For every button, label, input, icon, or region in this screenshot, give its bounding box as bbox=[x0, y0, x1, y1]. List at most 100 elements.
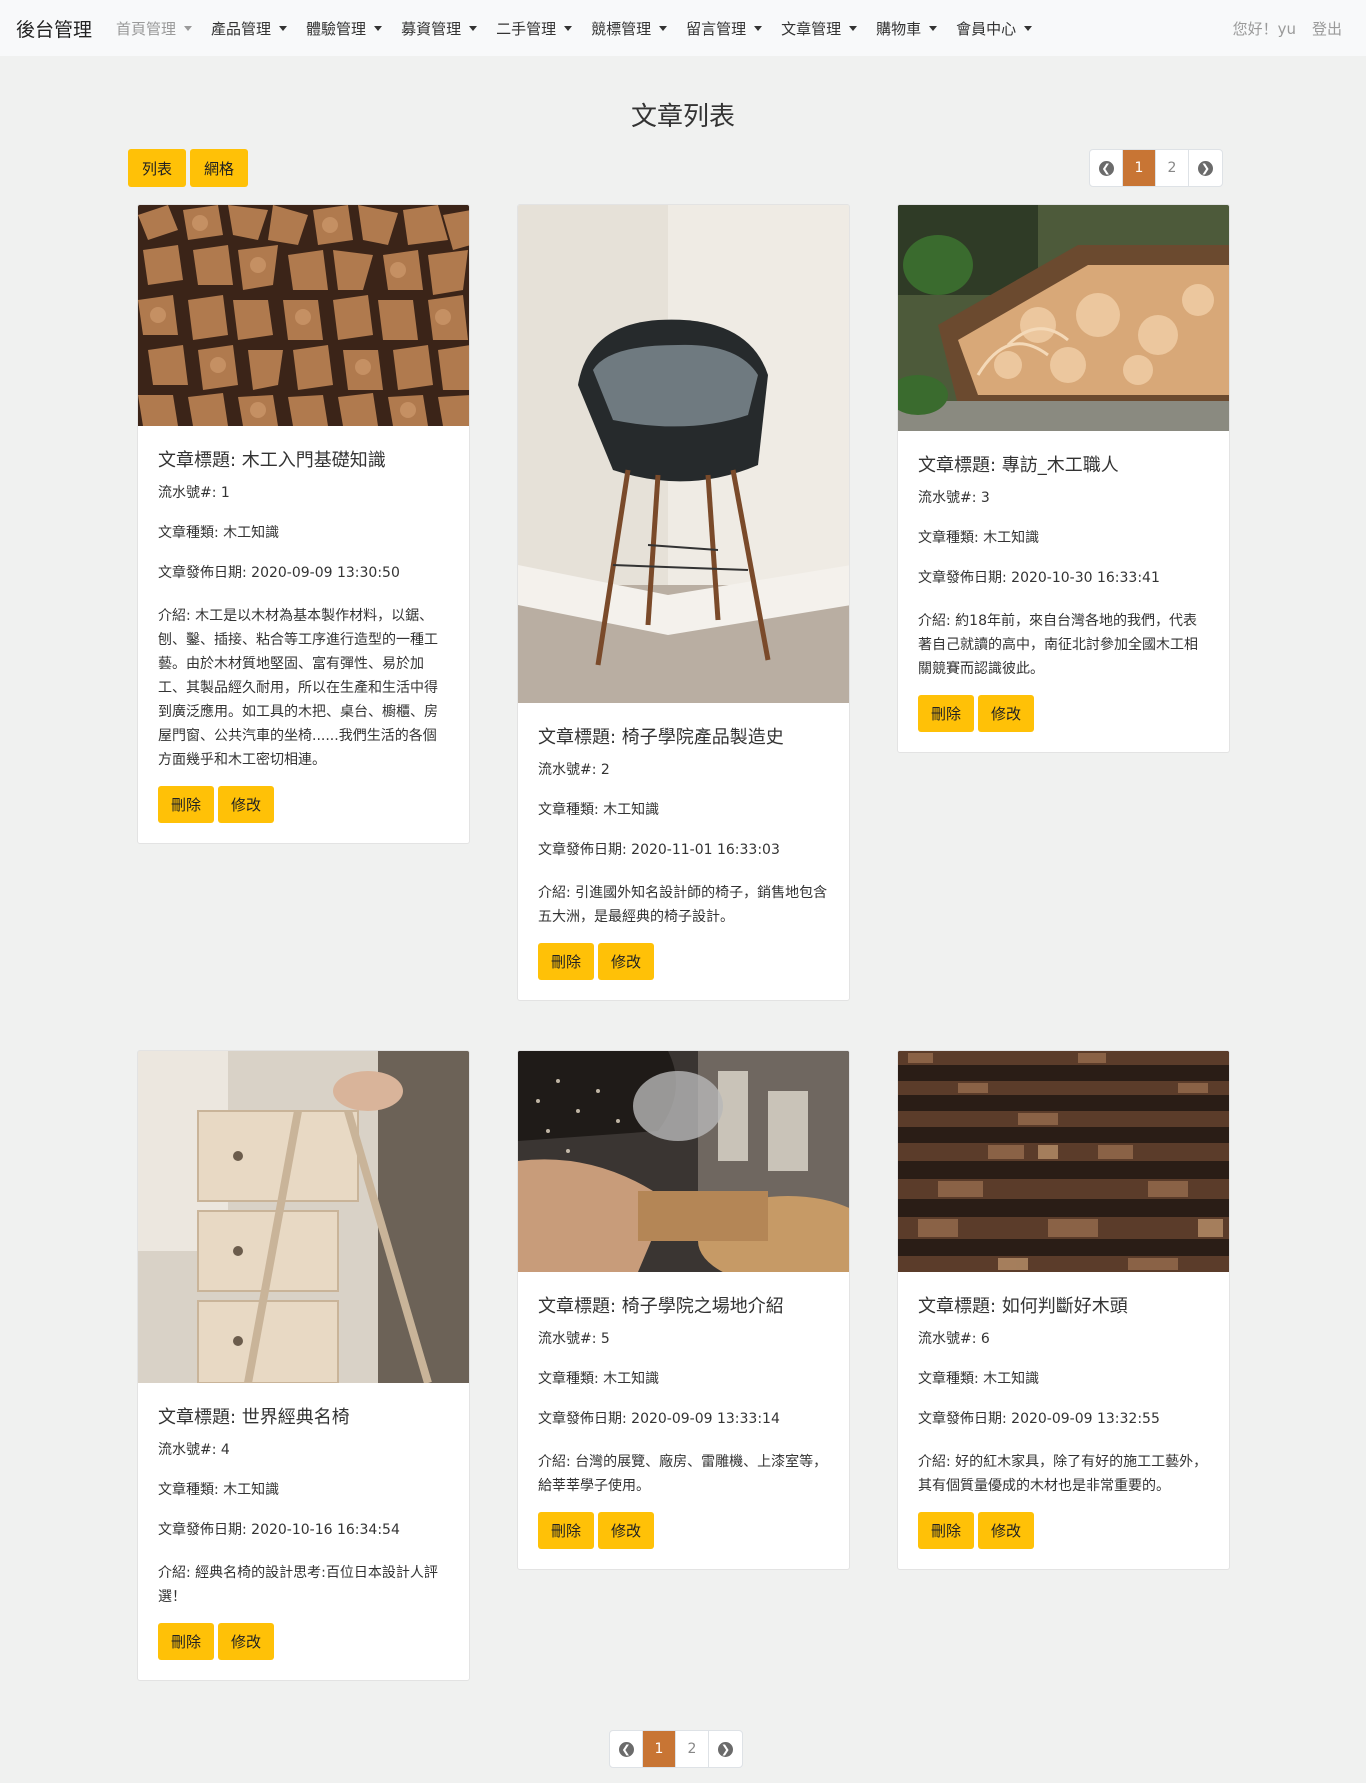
page-button-1[interactable]: 1 bbox=[1123, 150, 1156, 186]
nav-item-label: 留言管理 bbox=[686, 19, 747, 38]
nav-item-articles[interactable]: 文章管理 bbox=[781, 18, 858, 39]
delete-button[interactable]: 刪除 bbox=[158, 1623, 215, 1660]
logout-link[interactable]: 登出 bbox=[1312, 18, 1342, 39]
delete-button[interactable]: 刪除 bbox=[918, 695, 975, 732]
nav-item-cart[interactable]: 購物車 bbox=[876, 18, 938, 39]
prev-page-button[interactable]: ❮ bbox=[1090, 150, 1123, 186]
article-category: 文章種類: 木工知識 bbox=[158, 525, 280, 541]
article-card: 文章標題: 專訪_木工職人 流水號#: 3 文章種類: 木工知識 文章發佈日期:… bbox=[897, 204, 1230, 753]
article-card: 文章標題: 如何判斷好木頭 流水號#: 6 文章種類: 木工知識 文章發佈日期:… bbox=[897, 1050, 1230, 1570]
article-serial: 流水號#: 2 bbox=[538, 762, 610, 778]
edit-button[interactable]: 修改 bbox=[218, 786, 275, 823]
edit-button[interactable]: 修改 bbox=[978, 695, 1035, 732]
arrow-left-circle-icon: ❮ bbox=[1098, 160, 1114, 176]
nav-menu: 首頁管理 產品管理 體驗管理 募資管理 二手管理 競標管理 留言管理 文章管理 … bbox=[116, 18, 1051, 39]
card-actions: 刪除 修改 bbox=[538, 943, 829, 1000]
caret-down-icon bbox=[659, 25, 668, 31]
caret-down-icon bbox=[754, 25, 763, 31]
article-title: 文章標題: 椅子學院產品製造史 bbox=[538, 727, 784, 748]
caret-down-icon bbox=[469, 25, 478, 31]
article-serial: 流水號#: 4 bbox=[158, 1442, 230, 1458]
edit-button[interactable]: 修改 bbox=[978, 1512, 1035, 1549]
page-button-2[interactable]: 2 bbox=[676, 1731, 709, 1767]
nav-item-home[interactable]: 首頁管理 bbox=[116, 18, 193, 39]
edit-button[interactable]: 修改 bbox=[598, 1512, 655, 1549]
article-date: 文章發佈日期: 2020-10-16 16:34:54 bbox=[158, 1522, 400, 1538]
article-title: 文章標題: 如何判斷好木頭 bbox=[918, 1296, 1128, 1317]
article-category: 文章種類: 木工知識 bbox=[538, 802, 660, 818]
card-body: 文章標題: 世界經典名椅 流水號#: 4 文章種類: 木工知識 文章發佈日期: … bbox=[138, 1383, 469, 1680]
nav-item-products[interactable]: 產品管理 bbox=[211, 18, 288, 39]
article-intro: 介紹: 木工是以木材為基本製作材料，以鋸、刨、鑿、插接、粘合等工序進行造型的一種… bbox=[158, 608, 438, 768]
article-category: 文章種類: 木工知識 bbox=[158, 1482, 280, 1498]
article-title: 文章標題: 木工入門基礎知識 bbox=[158, 450, 386, 471]
delete-button[interactable]: 刪除 bbox=[538, 1512, 595, 1549]
delete-button[interactable]: 刪除 bbox=[158, 786, 215, 823]
user-greeting[interactable]: 您好！yu bbox=[1233, 18, 1296, 39]
article-category: 文章種類: 木工知識 bbox=[538, 1371, 660, 1387]
article-title: 文章標題: 專訪_木工職人 bbox=[918, 455, 1119, 476]
article-serial: 流水號#: 6 bbox=[918, 1331, 990, 1347]
nav-item-comments[interactable]: 留言管理 bbox=[686, 18, 763, 39]
article-card: 文章標題: 木工入門基礎知識 流水號#: 1 文章種類: 木工知識 文章發佈日期… bbox=[137, 204, 470, 844]
card-body: 文章標題: 椅子學院之場地介紹 流水號#: 5 文章種類: 木工知識 文章發佈日… bbox=[518, 1272, 849, 1569]
article-intro: 介紹: 好的紅木家具，除了有好的施工工藝外，其有個質量優成的木材也是非常重要的。 bbox=[918, 1454, 1208, 1494]
article-intro: 介紹: 台灣的展覽、廠房、雷雕機、上漆室等，給莘莘學子使用。 bbox=[538, 1454, 828, 1494]
edit-button[interactable]: 修改 bbox=[218, 1623, 275, 1660]
next-page-button[interactable]: ❯ bbox=[1189, 150, 1222, 186]
grid-view-button[interactable]: 網格 bbox=[190, 149, 249, 187]
card-body: 文章標題: 椅子學院產品製造史 流水號#: 2 文章種類: 木工知識 文章發佈日… bbox=[518, 703, 849, 1000]
card-actions: 刪除 修改 bbox=[158, 1623, 449, 1680]
delete-button[interactable]: 刪除 bbox=[918, 1512, 975, 1549]
card-actions: 刪除 修改 bbox=[918, 1512, 1209, 1569]
article-intro: 介紹: 約18年前，來自台灣各地的我們，代表著自己就讀的高中，南征北討參加全國木… bbox=[918, 613, 1198, 677]
page-title: 文章列表 bbox=[630, 102, 735, 132]
prev-page-button[interactable]: ❮ bbox=[610, 1731, 643, 1767]
card-actions: 刪除 修改 bbox=[158, 786, 449, 843]
arrow-right-circle-icon: ❯ bbox=[718, 1741, 733, 1757]
article-image-lumber bbox=[898, 1051, 1229, 1272]
article-card: 文章標題: 世界經典名椅 流水號#: 4 文章種類: 木工知識 文章發佈日期: … bbox=[137, 1050, 470, 1681]
view-toggle-group: 列表 網格 bbox=[128, 149, 249, 187]
brand-title[interactable]: 後台管理 bbox=[16, 15, 92, 42]
article-date: 文章發佈日期: 2020-09-09 13:32:55 bbox=[918, 1411, 1160, 1427]
card-body: 文章標題: 如何判斷好木頭 流水號#: 6 文章種類: 木工知識 文章發佈日期:… bbox=[898, 1272, 1229, 1569]
top-navbar: 後台管理 首頁管理 產品管理 體驗管理 募資管理 二手管理 競標管理 留言管理 … bbox=[0, 0, 1366, 56]
card-actions: 刪除 修改 bbox=[538, 1512, 829, 1569]
article-image-furniture bbox=[138, 1051, 469, 1383]
caret-down-icon bbox=[184, 25, 193, 31]
nav-item-label: 產品管理 bbox=[211, 19, 272, 38]
article-date: 文章發佈日期: 2020-11-01 16:33:03 bbox=[538, 842, 780, 858]
nav-item-fundraising[interactable]: 募資管理 bbox=[401, 18, 478, 39]
page-button-2[interactable]: 2 bbox=[1156, 150, 1189, 186]
article-date: 文章發佈日期: 2020-10-30 16:33:41 bbox=[918, 570, 1160, 586]
arrow-left-circle-icon: ❮ bbox=[618, 1741, 634, 1757]
article-serial: 流水號#: 3 bbox=[918, 490, 990, 506]
caret-down-icon bbox=[374, 25, 383, 31]
page-button-1[interactable]: 1 bbox=[643, 1731, 676, 1767]
article-intro: 介紹: 經典名椅的設計思考:百位日本設計人評選！ bbox=[158, 1565, 438, 1605]
nav-item-member[interactable]: 會員中心 bbox=[956, 18, 1033, 39]
caret-down-icon bbox=[849, 25, 858, 31]
article-title: 文章標題: 椅子學院之場地介紹 bbox=[538, 1296, 784, 1317]
article-card: 文章標題: 椅子學院之場地介紹 流水號#: 5 文章種類: 木工知識 文章發佈日… bbox=[517, 1050, 850, 1570]
article-serial: 流水號#: 5 bbox=[538, 1331, 610, 1347]
card-actions: 刪除 修改 bbox=[918, 695, 1209, 752]
nav-item-label: 首頁管理 bbox=[116, 19, 177, 38]
article-serial: 流水號#: 1 bbox=[158, 485, 230, 501]
article-intro: 介紹: 引進國外知名設計師的椅子，銷售地包含五大洲，是最經典的椅子設計。 bbox=[538, 885, 828, 925]
card-body: 文章標題: 專訪_木工職人 流水號#: 3 文章種類: 木工知識 文章發佈日期:… bbox=[898, 431, 1229, 752]
card-body: 文章標題: 木工入門基礎知識 流水號#: 1 文章種類: 木工知識 文章發佈日期… bbox=[138, 426, 469, 843]
nav-item-label: 競標管理 bbox=[591, 19, 652, 38]
caret-down-icon bbox=[564, 25, 573, 31]
nav-item-experience[interactable]: 體驗管理 bbox=[306, 18, 383, 39]
list-view-button[interactable]: 列表 bbox=[128, 149, 187, 187]
delete-button[interactable]: 刪除 bbox=[538, 943, 595, 980]
nav-item-secondhand[interactable]: 二手管理 bbox=[496, 18, 573, 39]
article-card: 文章標題: 椅子學院產品製造史 流水號#: 2 文章種類: 木工知識 文章發佈日… bbox=[517, 204, 850, 1001]
nav-item-label: 體驗管理 bbox=[306, 19, 367, 38]
next-page-button[interactable]: ❯ bbox=[709, 1731, 742, 1767]
nav-item-auction[interactable]: 競標管理 bbox=[591, 18, 668, 39]
nav-item-label: 二手管理 bbox=[496, 19, 557, 38]
edit-button[interactable]: 修改 bbox=[598, 943, 655, 980]
